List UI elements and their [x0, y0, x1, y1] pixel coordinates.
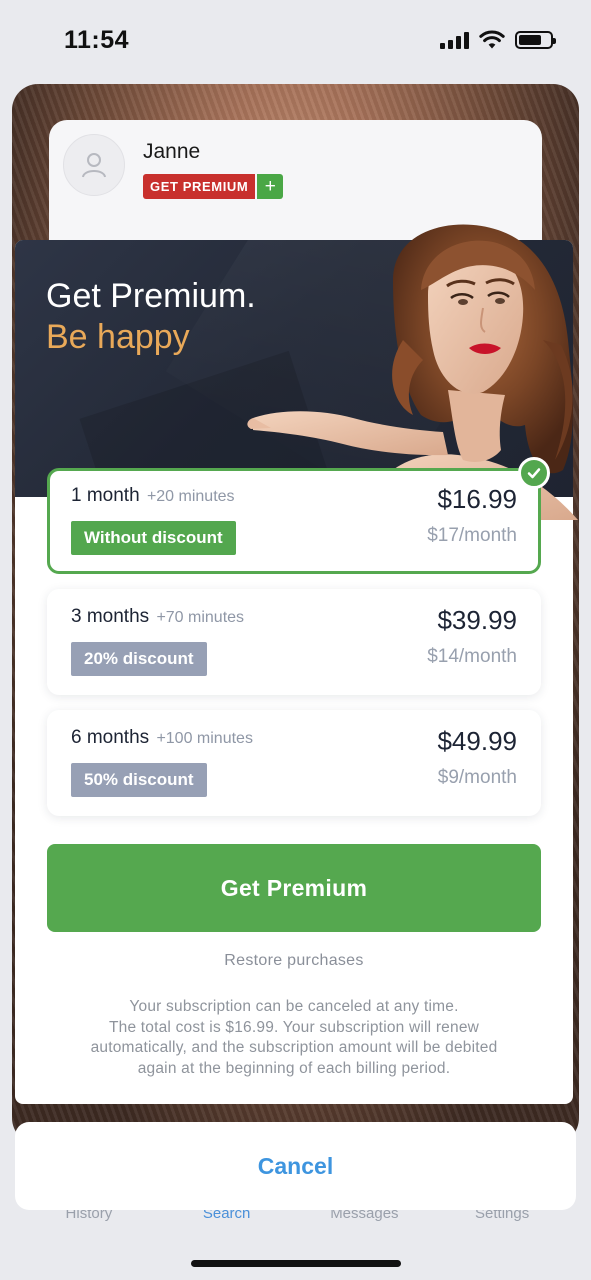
home-indicator[interactable]: [191, 1260, 401, 1267]
plan-discount-badge: 50% discount: [71, 763, 207, 797]
signal-icon: [440, 31, 469, 49]
plan-monthly-price: $14/month: [427, 646, 517, 667]
disclaimer-line: automatically, and the subscription amou…: [90, 1039, 498, 1056]
plan-discount-badge: Without discount: [71, 521, 236, 555]
plan-extra-minutes: +20 minutes: [146, 488, 235, 505]
plus-icon: +: [257, 174, 284, 199]
plan-duration: 3 months +70 minutes: [71, 606, 245, 627]
user-icon[interactable]: [63, 134, 125, 196]
checkmark-icon: [518, 457, 550, 489]
status-bar: 11:54: [0, 0, 591, 80]
premium-modal: Get Premium. Be happy 1 month +20 minute…: [15, 224, 578, 1104]
get-premium-tag[interactable]: GET PREMIUM +: [143, 174, 284, 199]
disclaimer-line: again at the beginning of each billing p…: [137, 1059, 451, 1077]
restore-purchases-link[interactable]: Restore purchases: [15, 952, 573, 970]
plan-extra-minutes: +70 minutes: [156, 609, 245, 626]
battery-icon: [515, 31, 556, 49]
subscription-disclaimer: Your subscription can be canceled at any…: [45, 997, 543, 1079]
hero-subtitle: Be happy: [46, 318, 190, 356]
plan-monthly-price: $9/month: [437, 767, 517, 788]
plan-option-1-month[interactable]: 1 month +20 minutes Without discount $16…: [47, 457, 550, 574]
get-premium-button[interactable]: Get Premium: [47, 844, 541, 932]
get-premium-tag-label: GET PREMIUM: [143, 174, 256, 199]
disclaimer-line: Your subscription can be canceled at any…: [129, 998, 459, 1015]
plan-extra-minutes: +100 minutes: [156, 730, 253, 747]
plan-option-6-months[interactable]: 6 months +100 minutes 50% discount $49.9…: [47, 710, 541, 816]
plan-price: $49.99: [437, 726, 517, 756]
plan-price: $39.99: [437, 605, 517, 635]
plan-monthly-price: $17/month: [427, 525, 517, 546]
plan-price: $16.99: [437, 484, 517, 514]
plan-duration: 6 months +100 minutes: [71, 727, 253, 748]
hero-title: Get Premium.: [46, 277, 256, 315]
wifi-icon: [479, 30, 505, 49]
status-time: 11:54: [64, 25, 130, 54]
plan-option-3-months[interactable]: 3 months +70 minutes 20% discount $39.99…: [47, 589, 541, 695]
cancel-button[interactable]: Cancel: [15, 1122, 576, 1210]
status-icons: [440, 30, 556, 50]
disclaimer-line: The total cost is $16.99. Your subscript…: [108, 1018, 480, 1036]
plan-duration: 1 month +20 minutes: [71, 485, 235, 506]
plan-discount-badge: 20% discount: [71, 642, 207, 676]
profile-name: Janne: [143, 140, 201, 163]
